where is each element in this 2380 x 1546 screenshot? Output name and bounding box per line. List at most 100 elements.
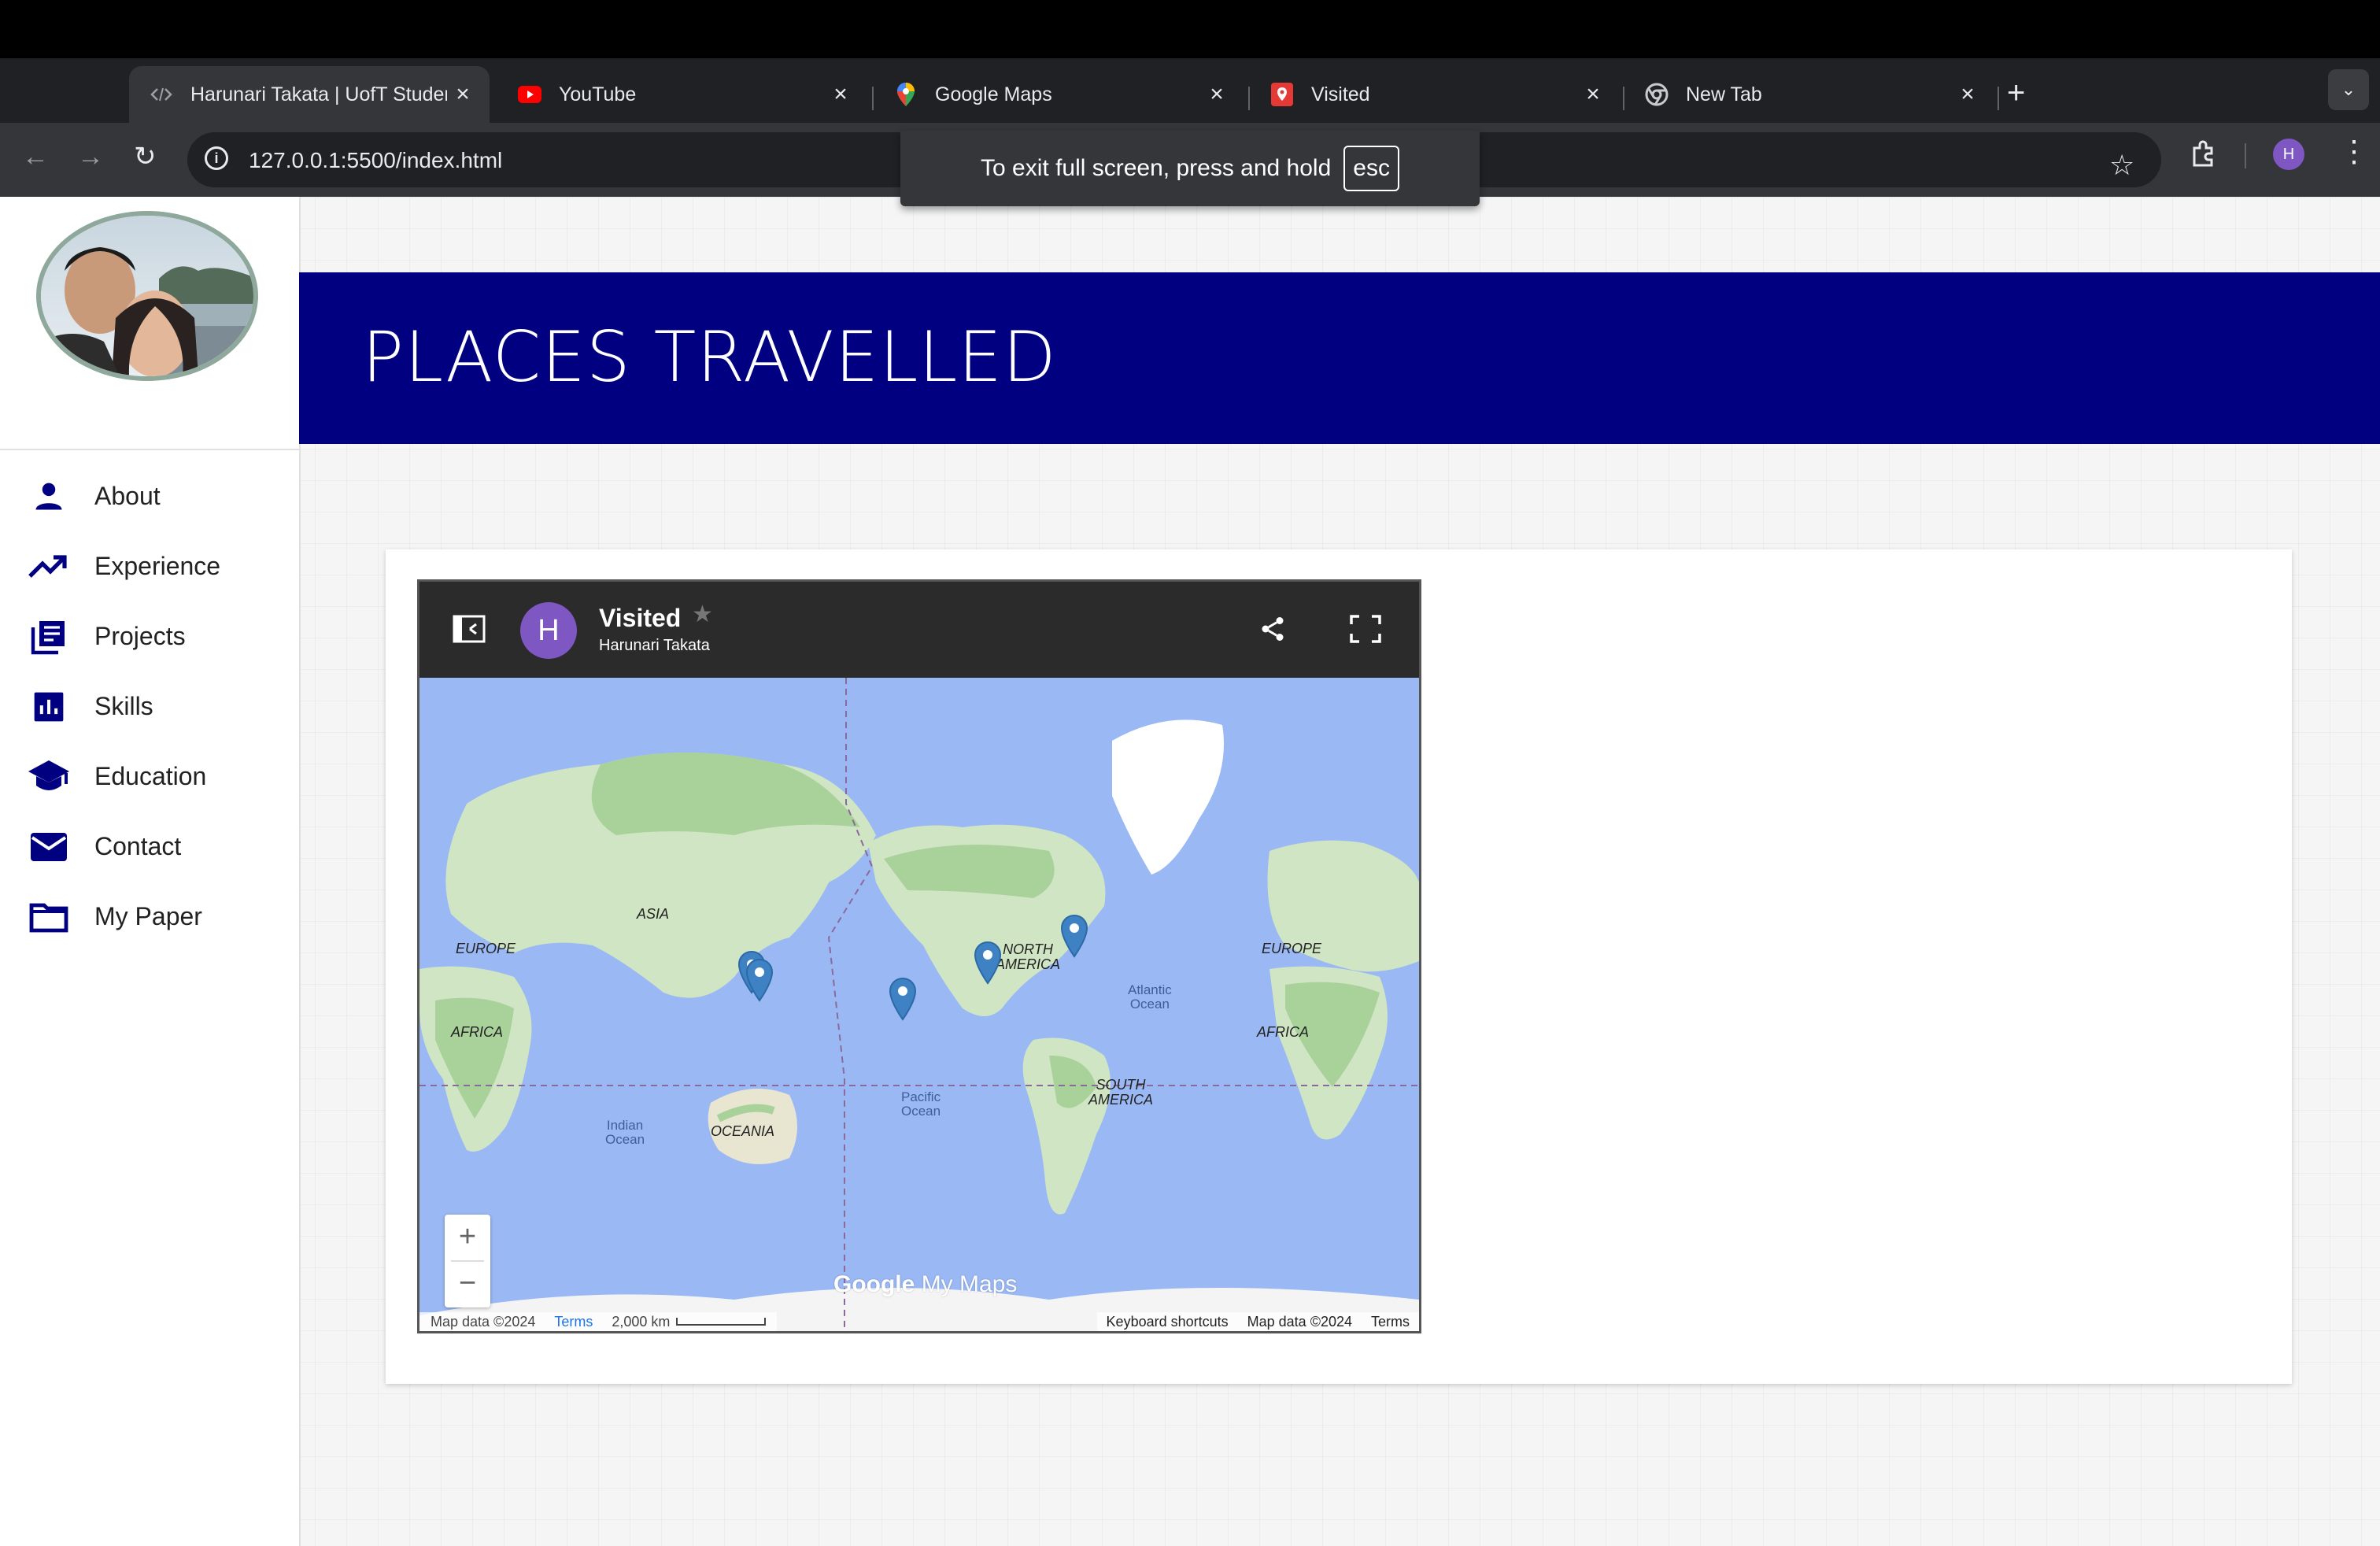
my-maps-embed[interactable]: H Visited ★ Harunari Takata EUROPE ASIA …: [417, 579, 1421, 1333]
maps-pin-icon: [894, 83, 918, 106]
tab-search-button[interactable]: ⌄: [2328, 69, 2369, 110]
tab-title: Harunari Takata | UofT Student: [190, 83, 447, 105]
close-tab-icon[interactable]: ×: [1577, 81, 1609, 108]
map-label-indian-ocean: Indian Ocean: [605, 1118, 645, 1147]
map-label-asia: ASIA: [637, 906, 670, 922]
page-title: PLACES TRAVELLED: [362, 316, 1057, 398]
scale-bar: 2,000 km: [612, 1312, 767, 1331]
close-tab-icon[interactable]: ×: [1952, 81, 1983, 108]
google-my-maps-logo: Google My Maps: [833, 1271, 1018, 1297]
mail-icon: [25, 827, 72, 867]
map-label-africa-left: AFRICA: [451, 1024, 504, 1040]
map-label-south-america: SOUTH AMERICA: [1088, 1077, 1154, 1108]
map-marker[interactable]: [974, 941, 1002, 985]
profile-photo: [36, 211, 258, 381]
tab-strip: Harunari Takata | UofT Student × YouTube…: [0, 58, 2380, 123]
world-map[interactable]: EUROPE ASIA AFRICA Indian Ocean OCEANIA P…: [419, 678, 1419, 1331]
map-owner: Harunari Takata: [599, 637, 710, 654]
school-icon: [25, 756, 72, 797]
bookmark-star-icon[interactable]: ☆: [2109, 151, 2134, 179]
close-tab-icon[interactable]: ×: [1201, 81, 1232, 108]
side-panel-icon[interactable]: [453, 615, 486, 647]
sidebar-item-experience[interactable]: Experience: [0, 531, 299, 601]
content-card: H Visited ★ Harunari Takata EUROPE ASIA …: [386, 549, 2292, 1384]
new-tab-button[interactable]: +: [2007, 77, 2025, 109]
map-label-africa-right: AFRICA: [1257, 1024, 1310, 1040]
profile-avatar[interactable]: H: [2273, 139, 2304, 170]
fullscreen-toast: To exit full screen, press and hold esc: [900, 131, 1480, 206]
sidebar-item-label: Projects: [94, 622, 186, 650]
map-marker[interactable]: [889, 977, 917, 1021]
tab-title: Visited: [1311, 83, 1370, 105]
star-icon[interactable]: ★: [692, 601, 713, 628]
zoom-in-button[interactable]: +: [445, 1215, 490, 1261]
sidebar-item-label: My Paper: [94, 902, 202, 930]
map-marker[interactable]: [1060, 914, 1088, 958]
terms-link[interactable]: Terms: [554, 1312, 593, 1331]
sidebar: About Experience Projects Skills Educati…: [0, 197, 301, 1546]
sidebar-item-projects[interactable]: Projects: [0, 601, 299, 671]
close-tab-icon[interactable]: ×: [825, 81, 856, 108]
map-label-north-america: NORTH AMERICA: [996, 941, 1061, 972]
extensions-icon[interactable]: [2190, 140, 2218, 172]
map-label-europe-right: EUROPE: [1262, 941, 1322, 956]
sidebar-item-label: Contact: [94, 832, 182, 860]
youtube-icon: [518, 83, 541, 106]
sidebar-item-my-paper[interactable]: My Paper: [0, 882, 299, 952]
toolbar-divider: [2245, 143, 2246, 168]
zoom-out-button[interactable]: −: [445, 1261, 490, 1307]
site-info-icon[interactable]: i: [205, 146, 228, 170]
map-attribution-left: Map data ©2024 Terms 2,000 km: [419, 1312, 778, 1331]
tab-google-maps[interactable]: Google Maps ×: [874, 66, 1244, 123]
map-label-atlantic-ocean: Atlantic Ocean: [1128, 982, 1172, 1012]
url-text: 127.0.0.1:5500/index.html: [249, 148, 503, 172]
terms-link[interactable]: Terms: [1371, 1312, 1410, 1331]
fullscreen-icon[interactable]: [1350, 615, 1381, 647]
sidebar-item-contact[interactable]: Contact: [0, 812, 299, 882]
page-content: About Experience Projects Skills Educati…: [0, 197, 2380, 1546]
reload-icon[interactable]: ↻: [134, 143, 157, 170]
sidebar-divider: [0, 449, 299, 450]
library-books-icon: [25, 616, 72, 657]
keyboard-shortcuts-link[interactable]: Keyboard shortcuts: [1107, 1312, 1229, 1331]
map-label-pacific-ocean: Pacific Ocean: [901, 1089, 941, 1119]
tab-visited[interactable]: Visited ×: [1250, 66, 1620, 123]
page-header: PLACES TRAVELLED: [299, 272, 2380, 444]
esc-key: esc: [1343, 146, 1399, 191]
sidebar-item-skills[interactable]: Skills: [0, 671, 299, 742]
map-header: H Visited ★ Harunari Takata: [419, 582, 1419, 678]
tab-title: YouTube: [559, 83, 637, 105]
map-marker[interactable]: [745, 958, 774, 1002]
back-icon[interactable]: ←: [22, 143, 49, 170]
zoom-divider: [451, 1260, 484, 1262]
close-tab-icon[interactable]: ×: [447, 81, 479, 108]
chrome-icon: [1645, 83, 1669, 106]
trending-up-icon: [25, 546, 72, 587]
map-label-oceania: OCEANIA: [711, 1123, 775, 1139]
share-icon[interactable]: [1258, 615, 1287, 647]
map-attribution-right: Keyboard shortcuts Map data ©2024 Terms: [1096, 1312, 1419, 1331]
folder-icon: [25, 897, 72, 938]
tab-separator: [1998, 87, 1999, 110]
forward-icon[interactable]: →: [77, 143, 104, 170]
owner-avatar: H: [520, 602, 577, 659]
sidebar-item-label: Skills: [94, 692, 153, 720]
map-data-text: Map data ©2024: [431, 1314, 536, 1330]
tab-youtube[interactable]: YouTube ×: [497, 66, 867, 123]
tab-harunari-takata[interactable]: Harunari Takata | UofT Student ×: [129, 66, 490, 123]
tab-new-tab[interactable]: New Tab ×: [1624, 66, 1994, 123]
my-maps-icon: [1270, 83, 1294, 106]
person-icon: [25, 476, 72, 517]
sidebar-item-label: About: [94, 482, 161, 510]
map-label-europe-left: EUROPE: [456, 941, 516, 956]
sidebar-nav: About Experience Projects Skills Educati…: [0, 461, 299, 952]
sidebar-item-education[interactable]: Education: [0, 742, 299, 812]
code-icon: [150, 83, 173, 106]
map-data-text: Map data ©2024: [1247, 1314, 1352, 1330]
tab-title: Google Maps: [935, 83, 1052, 105]
sidebar-item-about[interactable]: About: [0, 461, 299, 531]
menu-kebab-icon[interactable]: ⋮: [2339, 137, 2369, 167]
sidebar-item-label: Education: [94, 762, 207, 790]
fullscreen-toast-text: To exit full screen, press and hold: [981, 155, 1332, 181]
scale-line: [676, 1318, 767, 1326]
